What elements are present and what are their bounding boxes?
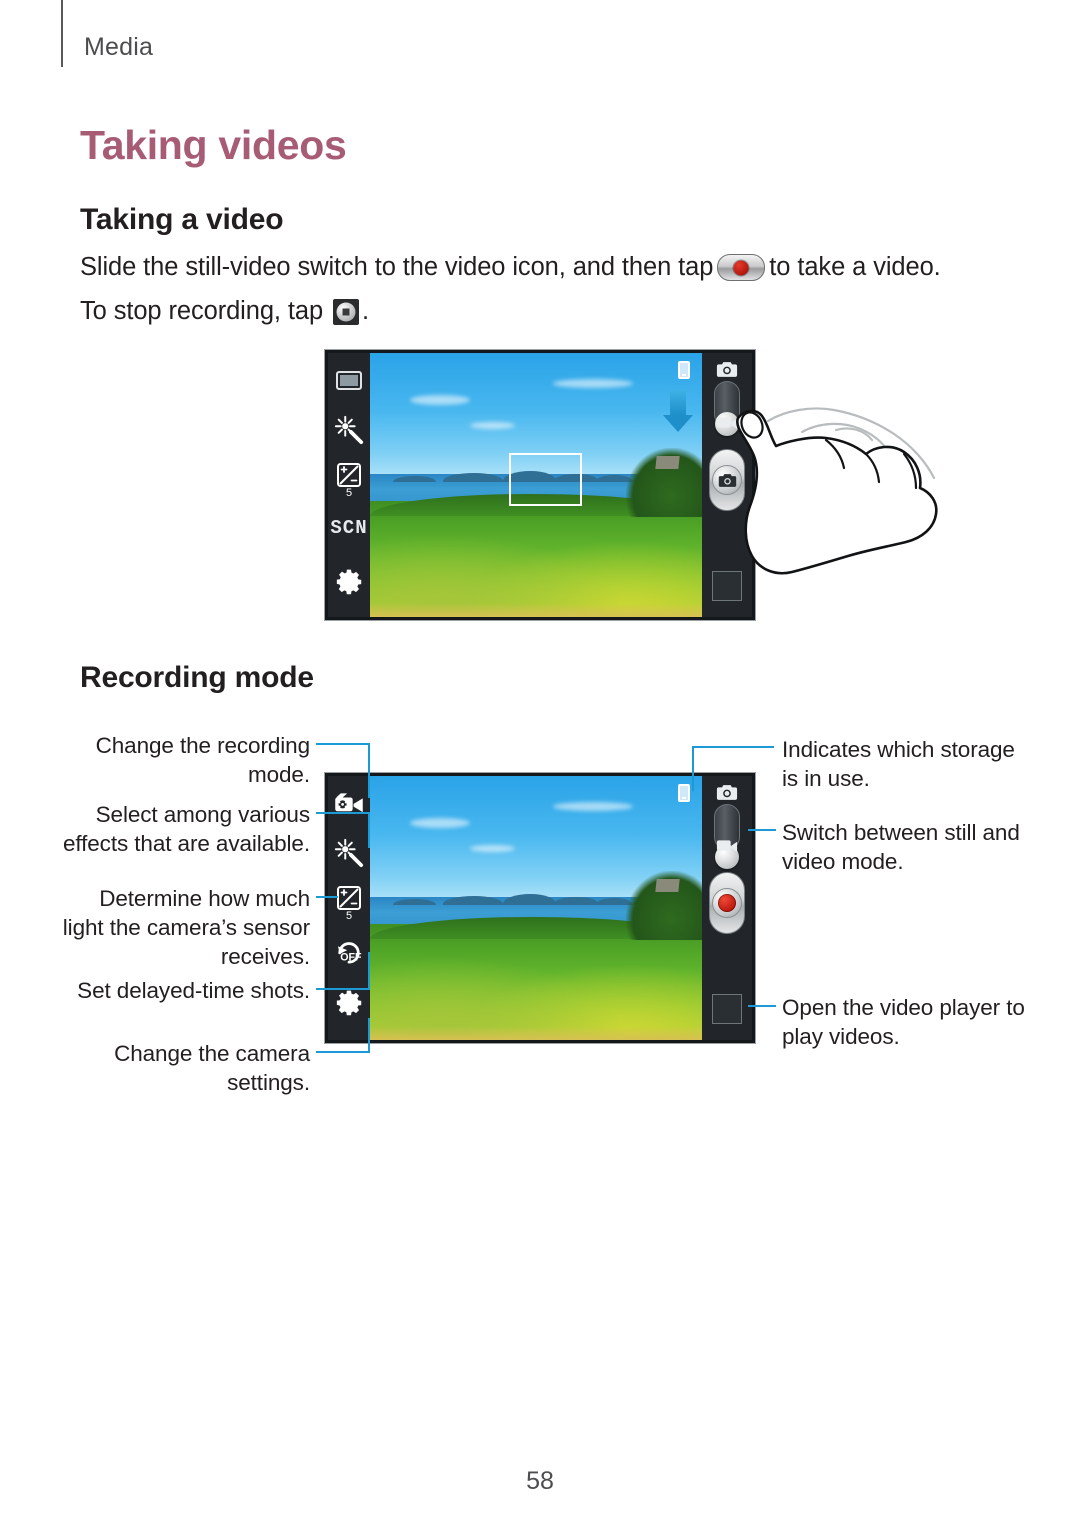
gallery-thumbnail[interactable] bbox=[712, 994, 742, 1024]
storage-indicator-icon bbox=[678, 361, 690, 379]
camera-right-toolbar bbox=[702, 353, 752, 617]
camcorder-viewfinder[interactable] bbox=[370, 776, 702, 1040]
leader-exposure-h bbox=[316, 896, 338, 898]
leader-timer-v bbox=[368, 952, 370, 990]
timer-off-icon[interactable]: OFF bbox=[334, 938, 364, 964]
camera-settings-gear-icon[interactable] bbox=[335, 567, 363, 595]
exposure-value: 5 bbox=[345, 910, 353, 922]
callout-exposure: Determine how much light the camera’s se… bbox=[62, 886, 310, 969]
page-number: 58 bbox=[526, 1467, 554, 1495]
instruction-line-2-prefix: To stop recording, tap bbox=[80, 297, 324, 325]
recording-mode-icon[interactable] bbox=[334, 792, 364, 814]
record-button[interactable] bbox=[709, 872, 745, 934]
figure-recording-mode: 5 OFF bbox=[324, 772, 756, 1044]
exposure-icon[interactable]: 5 bbox=[337, 463, 361, 499]
leader-timer-h bbox=[316, 988, 370, 990]
camcorder-left-toolbar: 5 OFF bbox=[328, 776, 370, 1040]
leader-recording-mode-v bbox=[368, 743, 370, 798]
callout-settings: Change the camera settings. bbox=[114, 1041, 310, 1095]
storage-indicator-icon bbox=[678, 784, 690, 802]
leader-settings-v bbox=[368, 1018, 370, 1052]
shooting-mode-icon[interactable] bbox=[336, 371, 362, 390]
scene-mode-icon[interactable]: SCN bbox=[330, 517, 367, 539]
leader-storage-v bbox=[692, 746, 694, 791]
exposure-value: 5 bbox=[345, 487, 353, 499]
page-title: Taking videos bbox=[80, 122, 347, 168]
exposure-icon[interactable]: 5 bbox=[337, 886, 361, 922]
record-switch-icon bbox=[717, 254, 766, 281]
camera-left-toolbar: 5 SCN bbox=[328, 353, 370, 617]
callout-storage: Indicates which storage is in use. bbox=[782, 737, 1015, 791]
effects-wand-icon[interactable] bbox=[334, 838, 364, 868]
leader-effects-v bbox=[368, 812, 370, 848]
still-camera-icon[interactable] bbox=[716, 784, 738, 801]
focus-frame bbox=[509, 453, 583, 507]
callout-recording-mode: Change the recording mode. bbox=[95, 733, 311, 787]
figure-taking-video: 5 SCN bbox=[324, 349, 756, 621]
svg-text:OFF: OFF bbox=[340, 951, 362, 963]
leader-video-player-h bbox=[748, 1005, 776, 1007]
camera-settings-gear-icon[interactable] bbox=[335, 988, 363, 1016]
camcorder-right-toolbar bbox=[702, 776, 752, 1040]
section-heading-taking-a-video: Taking a video bbox=[80, 203, 284, 236]
stop-recording-icon bbox=[333, 299, 360, 325]
leader-mode-switch-h bbox=[748, 829, 776, 831]
effects-wand-icon[interactable] bbox=[334, 415, 364, 445]
running-head: Media bbox=[84, 33, 154, 61]
callout-video-player: Open the video player to play videos. bbox=[782, 995, 1025, 1049]
instruction-line-2: To stop recording, tap . bbox=[80, 297, 369, 326]
instruction-line-2-suffix: . bbox=[362, 297, 370, 325]
callout-effects: Select among various effects that are av… bbox=[62, 802, 310, 856]
video-camera-icon[interactable] bbox=[716, 838, 738, 852]
instruction-line-1-prefix: Slide the still-video switch to the vide… bbox=[80, 253, 714, 281]
section-heading-recording-mode: Recording mode bbox=[80, 661, 314, 694]
leader-recording-mode-h bbox=[316, 743, 370, 745]
leader-effects-h bbox=[316, 812, 370, 814]
video-camera-icon[interactable] bbox=[716, 415, 738, 429]
leader-storage-h bbox=[692, 746, 774, 748]
leader-settings-h bbox=[316, 1051, 370, 1053]
instruction-line-1-suffix: to take a video. bbox=[769, 253, 941, 281]
callout-mode-switch: Switch between still and video mode. bbox=[782, 820, 1020, 874]
instruction-line-1: Slide the still-video switch to the vide… bbox=[80, 253, 941, 282]
camera-viewfinder[interactable] bbox=[370, 353, 702, 617]
margin-rule bbox=[61, 0, 63, 67]
gallery-thumbnail[interactable] bbox=[712, 571, 742, 601]
shutter-button[interactable] bbox=[709, 449, 745, 511]
still-camera-icon[interactable] bbox=[716, 361, 738, 378]
callout-timer: Set delayed-time shots. bbox=[77, 978, 310, 1003]
